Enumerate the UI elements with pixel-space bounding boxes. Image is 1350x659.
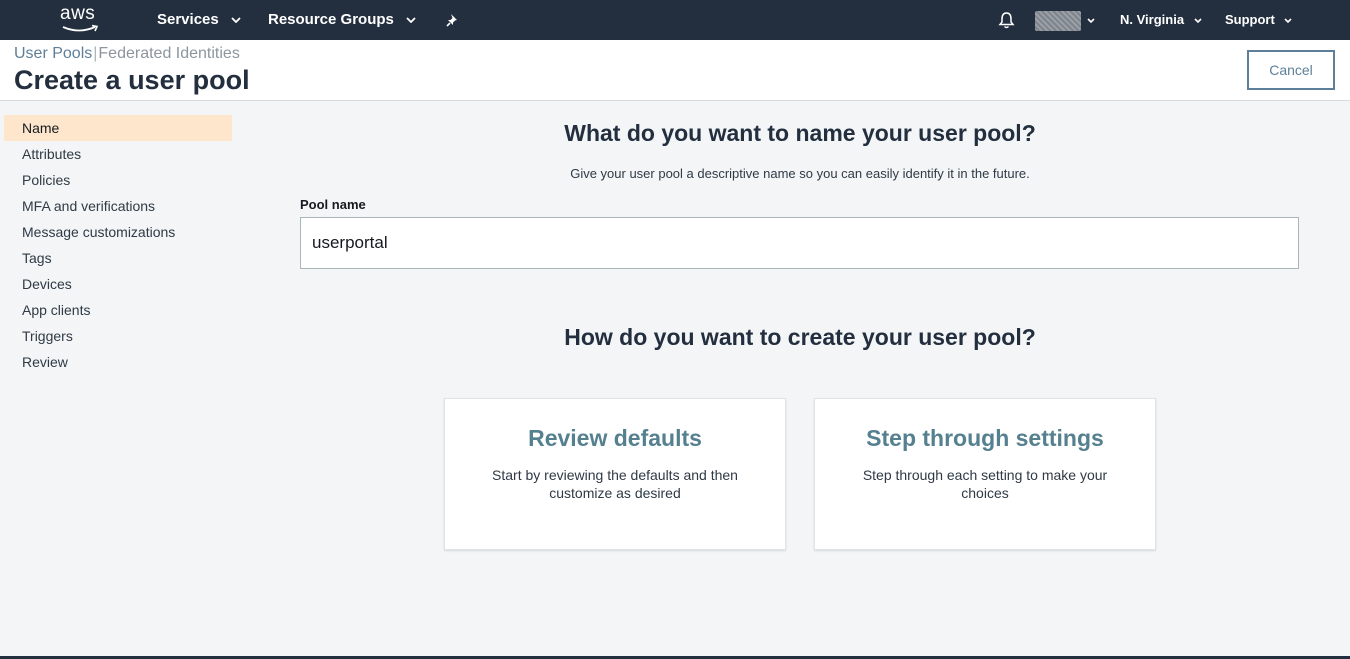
sidebar-item-name[interactable]: Name — [4, 115, 232, 141]
review-defaults-title: Review defaults — [528, 425, 702, 451]
sidebar-item-devices[interactable]: Devices — [4, 271, 232, 297]
pin-icon[interactable] — [446, 13, 460, 27]
chevron-down-icon — [1284, 18, 1293, 24]
name-section-heading: What do you want to name your user pool? — [564, 120, 1036, 146]
sidebar-item-app-clients[interactable]: App clients — [4, 297, 232, 323]
breadcrumb-user-pools[interactable]: User Pools — [14, 45, 92, 62]
step-through-settings-card[interactable]: Step through settings Step through each … — [814, 398, 1156, 550]
page-title: Create a user pool — [14, 65, 250, 95]
resource-groups-label: Resource Groups — [268, 11, 394, 28]
review-defaults-card[interactable]: Review defaults Start by reviewing the d… — [444, 398, 786, 550]
breadcrumb: User Pools|Federated Identities — [14, 45, 240, 63]
support-menu[interactable]: Support — [1225, 0, 1293, 40]
services-menu[interactable]: Services — [157, 0, 241, 40]
region-label: N. Virginia — [1120, 12, 1185, 27]
chevron-down-icon[interactable] — [1087, 18, 1095, 23]
page-header: User Pools|Federated Identities Create a… — [0, 40, 1350, 101]
aws-smile-icon — [62, 24, 99, 32]
sidebar-item-triggers[interactable]: Triggers — [4, 323, 232, 349]
create-section-heading: How do you want to create your user pool… — [564, 324, 1036, 350]
bell-icon[interactable] — [998, 11, 1015, 29]
breadcrumb-federated-identities[interactable]: Federated Identities — [98, 45, 239, 62]
aws-logo-text: aws — [60, 3, 96, 24]
name-section-description: Give your user pool a descriptive name s… — [570, 166, 1030, 181]
sidebar-item-attributes[interactable]: Attributes — [4, 141, 232, 167]
chevron-down-icon — [231, 17, 241, 24]
sidebar-item-message-customizations[interactable]: Message customizations — [4, 219, 232, 245]
step-through-settings-description: Step through each setting to make your c… — [862, 467, 1108, 501]
breadcrumb-separator: | — [93, 45, 98, 62]
services-label: Services — [157, 11, 219, 28]
top-navigation-bar: aws Services Resource Groups N. Virginia — [0, 0, 1350, 40]
review-defaults-description: Start by reviewing the defaults and then… — [492, 467, 738, 501]
pool-name-input[interactable] — [300, 217, 1299, 269]
sidebar-item-mfa[interactable]: MFA and verifications — [4, 193, 232, 219]
sidebar-item-tags[interactable]: Tags — [4, 245, 232, 271]
pool-name-label: Pool name — [300, 197, 366, 212]
sidebar-item-policies[interactable]: Policies — [4, 167, 232, 193]
account-menu[interactable] — [1035, 11, 1081, 31]
chevron-down-icon — [1194, 18, 1202, 24]
step-through-settings-title: Step through settings — [866, 425, 1104, 451]
aws-logo[interactable]: aws — [60, 4, 104, 36]
region-menu[interactable]: N. Virginia — [1120, 0, 1202, 40]
support-label: Support — [1225, 12, 1275, 27]
chevron-down-icon — [406, 17, 416, 24]
resource-groups-menu[interactable]: Resource Groups — [268, 0, 416, 40]
sidebar-item-review[interactable]: Review — [4, 349, 232, 375]
cancel-button[interactable]: Cancel — [1247, 50, 1335, 90]
